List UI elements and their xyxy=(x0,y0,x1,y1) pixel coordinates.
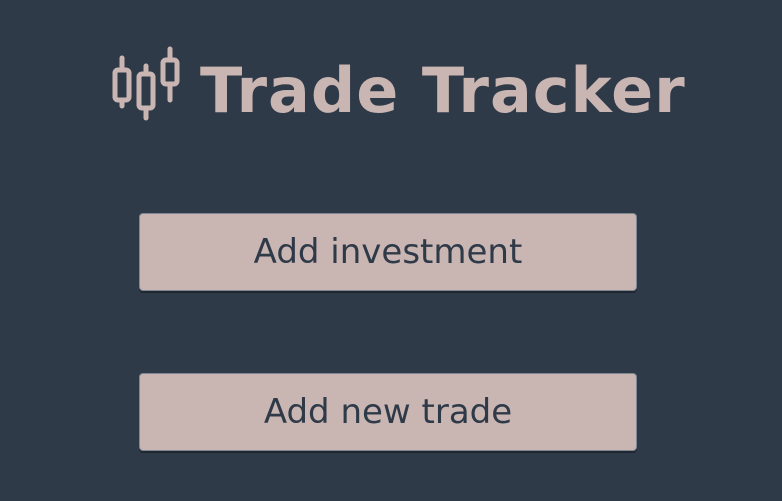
app-header: Trade Tracker xyxy=(108,40,698,140)
candlestick-chart-icon xyxy=(112,46,180,121)
app-title: Trade Tracker xyxy=(200,54,686,127)
add-investment-button[interactable]: Add investment xyxy=(139,213,637,291)
add-new-trade-button[interactable]: Add new trade xyxy=(139,373,637,451)
